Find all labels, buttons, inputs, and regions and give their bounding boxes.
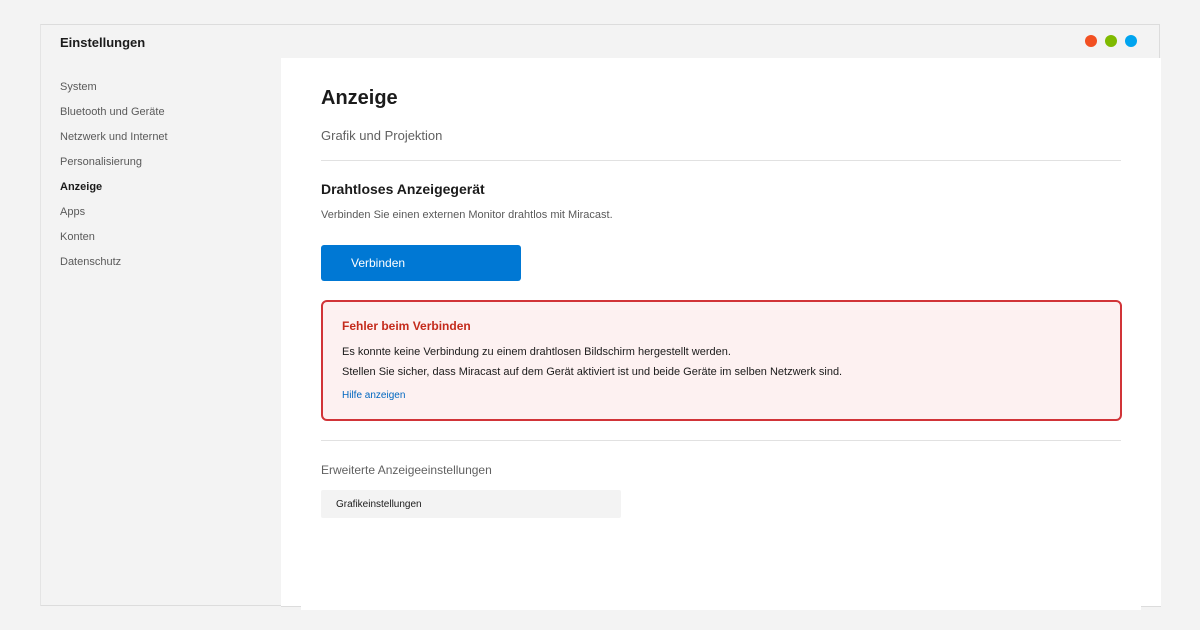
app-title: Einstellungen	[60, 35, 146, 50]
sidebar-item-network-internet[interactable]: Netzwerk und Internet	[60, 131, 280, 156]
error-message-line-2: Stellen Sie sicher, dass Miracast auf de…	[342, 366, 843, 378]
advanced-display-settings-title: Erweiterte Anzeigeeinstellungen	[321, 463, 492, 477]
error-title: Fehler beim Verbinden	[342, 319, 471, 333]
page-subtitle: Grafik und Projektion	[321, 128, 443, 143]
error-message-line-1: Es konnte keine Verbindung zu einem drah…	[342, 346, 731, 358]
sidebar-item-privacy[interactable]: Datenschutz	[60, 256, 280, 281]
section-divider	[321, 160, 1121, 161]
sidebar-item-accounts[interactable]: Konten	[60, 231, 280, 256]
settings-window: Einstellungen System Bluetooth und Gerät…	[40, 24, 1161, 610]
close-button[interactable]	[1085, 35, 1097, 47]
maximize-button[interactable]	[1125, 35, 1137, 47]
sidebar-item-apps[interactable]: Apps	[60, 206, 280, 231]
sidebar-nav: System Bluetooth und Geräte Netzwerk und…	[60, 81, 280, 281]
sidebar-item-bluetooth-devices[interactable]: Bluetooth und Geräte	[60, 106, 280, 131]
graphics-settings-button[interactable]: Grafikeinstellungen	[321, 490, 621, 518]
display-settings-page: Anzeige Grafik und Projektion Drahtloses…	[301, 70, 1141, 610]
section-divider	[321, 440, 1121, 441]
help-link[interactable]: Hilfe anzeigen	[342, 390, 405, 401]
connection-error-box: Fehler beim Verbinden Es konnte keine Ve…	[321, 300, 1122, 421]
sidebar-item-personalization[interactable]: Personalisierung	[60, 156, 280, 181]
title-bar: Einstellungen	[41, 25, 1159, 59]
wireless-display-title: Drahtloses Anzeigegerät	[321, 181, 485, 197]
content-area: Anzeige Grafik und Projektion Drahtloses…	[281, 58, 1161, 610]
window-controls	[1085, 35, 1137, 47]
connect-button[interactable]: Verbinden	[321, 245, 521, 281]
sidebar-item-display[interactable]: Anzeige	[60, 181, 280, 206]
page-title: Anzeige	[321, 87, 398, 109]
wireless-display-description: Verbinden Sie einen externen Monitor dra…	[321, 209, 613, 221]
minimize-button[interactable]	[1105, 35, 1117, 47]
sidebar-item-system[interactable]: System	[60, 81, 280, 106]
